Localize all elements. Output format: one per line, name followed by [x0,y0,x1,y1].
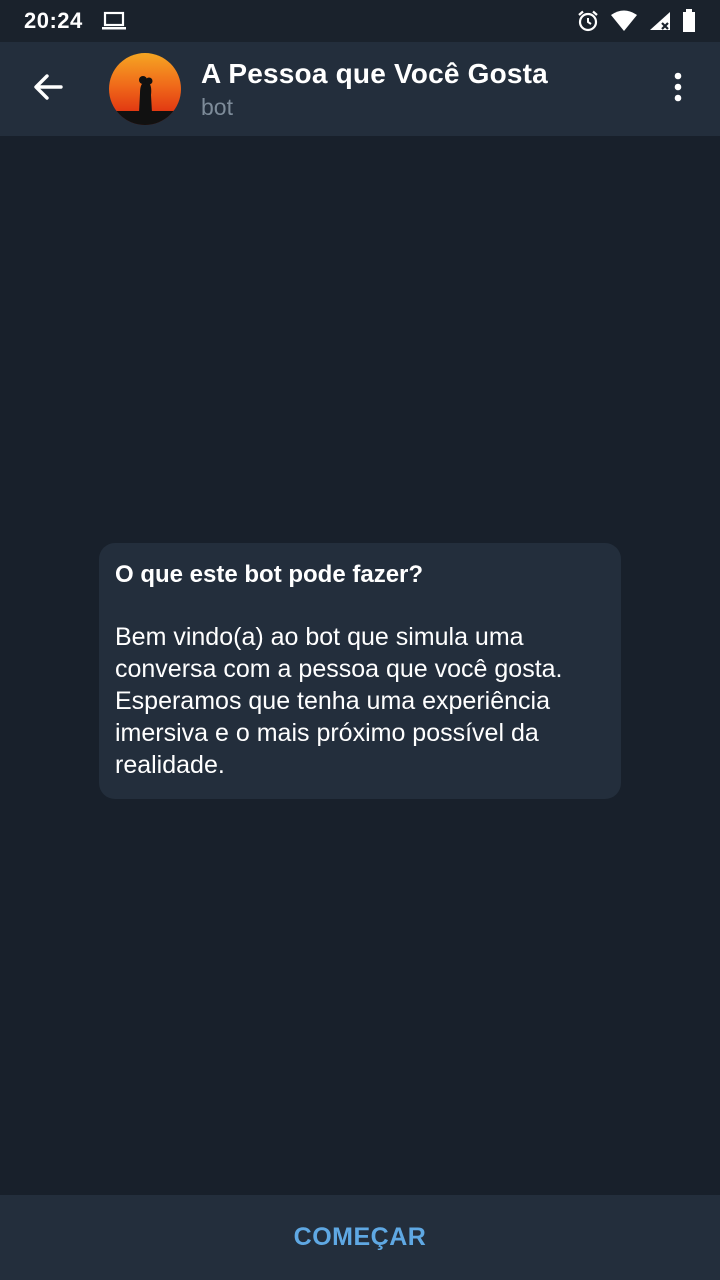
chat-subtitle: bot [201,93,233,120]
laptop-icon [101,11,127,31]
bottom-bar: COMEÇAR [0,1195,720,1280]
chat-header: A Pessoa que Você Gosta bot [0,42,720,136]
chat-title-block[interactable]: A Pessoa que Você Gosta bot [201,57,548,122]
status-icons [576,9,696,33]
back-button[interactable] [20,61,76,117]
status-time: 20:24 [24,8,83,33]
arrow-left-icon [33,73,63,105]
screen: 20:24 A Pessoa que Você Gosta bot O que … [0,0,720,1280]
wifi-icon [610,10,638,32]
chat-area: O que este bot pode fazer? Bem vindo(a) … [0,136,720,1195]
bot-info-heading: O que este bot pode fazer? [115,561,424,588]
signal-icon [648,10,672,32]
alarm-icon [576,9,600,33]
status-bar: 20:24 [0,0,720,42]
more-options-button[interactable] [658,61,698,117]
start-button[interactable]: COMEÇAR [254,1211,467,1264]
battery-icon [682,9,696,33]
bot-info-description: Bem vindo(a) ao bot que simula uma conve… [115,623,563,779]
chat-title: A Pessoa que Você Gosta [201,57,548,89]
bot-info-card: O que este bot pode fazer? Bem vindo(a) … [99,543,621,799]
more-vertical-icon [673,72,683,107]
avatar[interactable] [109,53,181,125]
